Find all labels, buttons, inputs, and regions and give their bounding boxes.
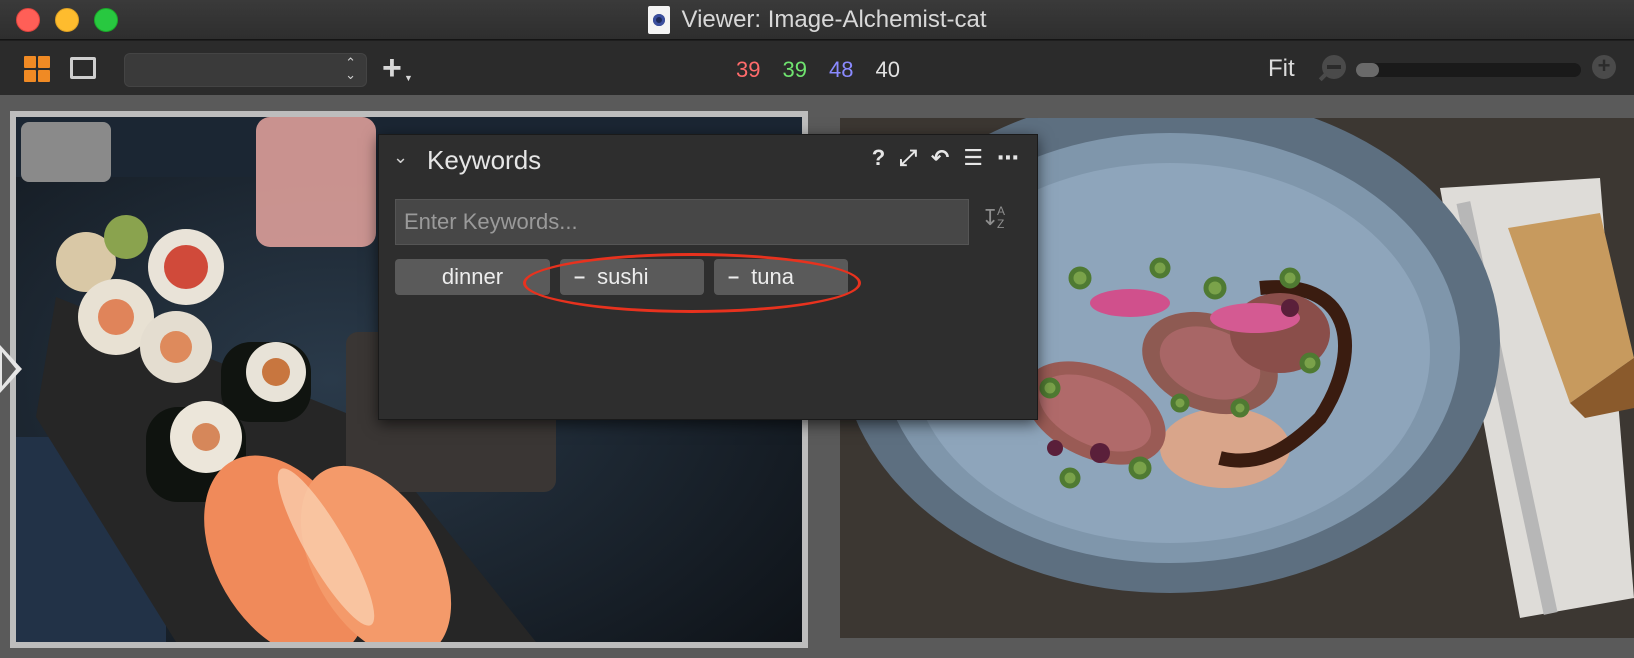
add-dropdown-icon[interactable]: ▼ bbox=[404, 73, 413, 83]
document-icon bbox=[647, 6, 670, 34]
count-indicators: 39 39 48 40 bbox=[736, 57, 900, 83]
keyword-tag-label: dinner bbox=[441, 264, 504, 289]
zoom-out-icon[interactable] bbox=[1322, 55, 1346, 79]
window-title: Viewer: Image-Alchemist-cat bbox=[681, 6, 987, 33]
zoom-in-icon[interactable]: + bbox=[1592, 55, 1616, 79]
highlight-annotation bbox=[523, 253, 861, 313]
collection-select[interactable]: ⌃ ⌄ bbox=[124, 53, 367, 87]
zoom-slider-fill bbox=[1356, 63, 1379, 77]
keywords-panel-header: ⌄ Keywords ? ⤢ ↶ ☰ ⋯ bbox=[379, 135, 1037, 181]
add-icon[interactable]: + bbox=[382, 51, 402, 85]
help-icon[interactable]: ? bbox=[872, 145, 885, 171]
count-red: 39 bbox=[736, 57, 761, 82]
count-white: 40 bbox=[875, 57, 900, 82]
list-icon[interactable]: ☰ bbox=[963, 145, 983, 171]
sort-az-label: AZ bbox=[997, 204, 1006, 231]
keywords-panel-tools: ? ⤢ ↶ ☰ ⋯ bbox=[872, 145, 1019, 171]
zoom-fit-button[interactable]: Fit bbox=[1268, 55, 1295, 83]
previous-image-arrow[interactable] bbox=[0, 345, 22, 393]
window-title-wrap: Viewer: Image-Alchemist-cat bbox=[0, 0, 1634, 40]
reset-icon[interactable]: ↶ bbox=[931, 145, 949, 171]
expand-icon[interactable]: ⤢ bbox=[899, 145, 917, 171]
toolbar: ⌃ ⌄ + ▼ 39 39 48 40 Fit + bbox=[0, 41, 1634, 95]
zoom-slider[interactable] bbox=[1356, 63, 1581, 77]
keywords-input[interactable] bbox=[395, 199, 969, 245]
title-bar: Viewer: Image-Alchemist-cat bbox=[0, 0, 1634, 40]
collapse-chevron-icon[interactable]: ⌄ bbox=[393, 147, 408, 168]
chevron-updown-icon: ⌃ ⌄ bbox=[345, 55, 356, 82]
count-blue: 48 bbox=[828, 57, 854, 82]
keywords-panel-title: Keywords bbox=[427, 145, 542, 175]
count-green: 39 bbox=[782, 57, 807, 82]
single-view-icon[interactable] bbox=[70, 57, 96, 79]
more-icon[interactable]: ⋯ bbox=[997, 145, 1019, 171]
grid-view-icon[interactable] bbox=[24, 56, 50, 82]
